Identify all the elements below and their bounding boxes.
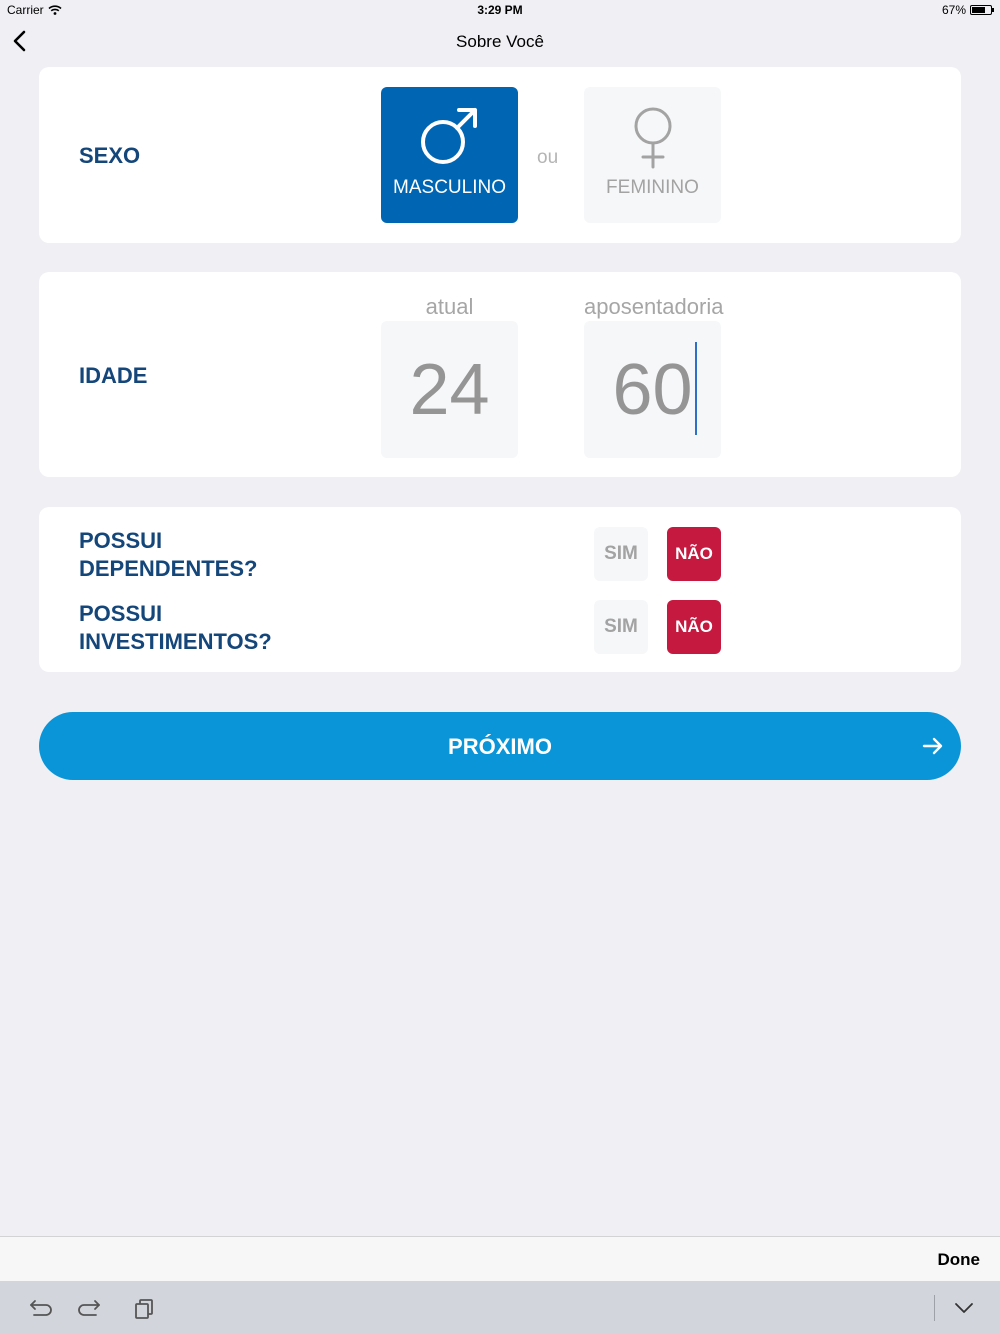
idade-label: IDADE <box>79 363 148 388</box>
dependentes-line2: DEPENDENTES? <box>79 556 258 581</box>
sexo-label: SEXO <box>79 143 141 168</box>
investimentos-question: POSSUI INVESTIMENTOS? <box>79 600 272 656</box>
undo-icon[interactable] <box>26 1295 52 1321</box>
investimentos-line2: INVESTIMENTOS? <box>79 629 272 654</box>
age-retirement-field[interactable]: 60 <box>584 321 721 458</box>
keyboard-accessory-bar: Done <box>0 1236 1000 1281</box>
arrow-right-icon <box>922 737 943 755</box>
feminino-label: FEMININO <box>606 177 699 198</box>
feminino-button[interactable]: FEMININO <box>584 87 721 223</box>
dependentes-nao-button[interactable]: NÃO <box>667 527 721 581</box>
status-time: 3:29 PM <box>477 3 523 17</box>
battery-icon <box>970 5 994 15</box>
page-title: Sobre Você <box>456 32 544 51</box>
investimentos-nao-button[interactable]: NÃO <box>667 600 721 654</box>
status-bar: Carrier 3:29 PM 67% <box>0 0 1000 22</box>
age-retirement-caption: aposentadoria <box>584 294 724 319</box>
keyboard-bar-divider <box>934 1295 935 1321</box>
next-button[interactable]: PRÓXIMO <box>39 712 961 780</box>
or-separator: ou <box>537 147 559 168</box>
masculino-label: MASCULINO <box>393 177 506 198</box>
dependentes-sim-button[interactable]: SIM <box>594 527 648 581</box>
masculino-button[interactable]: MASCULINO <box>381 87 518 223</box>
investimentos-line1: POSSUI <box>79 601 163 626</box>
paste-icon[interactable] <box>131 1295 157 1321</box>
investimentos-sim-button[interactable]: SIM <box>594 600 648 654</box>
questions-card: POSSUI DEPENDENTES? SIM NÃO POSSUI INVES… <box>39 507 961 672</box>
sexo-card: SEXO MASCULINO ou FEMININO <box>39 67 961 243</box>
dependentes-line1: POSSUI <box>79 528 163 553</box>
done-button[interactable]: Done <box>938 1250 981 1270</box>
keyboard-dismiss-icon[interactable] <box>951 1295 977 1321</box>
battery-percent: 67% <box>941 3 966 17</box>
redo-icon[interactable] <box>78 1295 104 1321</box>
keyboard-shortcut-bar <box>0 1281 1000 1334</box>
age-current-value: 24 <box>409 350 490 430</box>
age-current-field[interactable]: 24 <box>381 321 518 458</box>
idade-card: IDADE atual 24 aposentadoria 60 <box>39 272 961 477</box>
text-cursor <box>695 342 697 435</box>
male-symbol-icon <box>420 108 477 164</box>
age-current-caption: atual <box>425 294 474 319</box>
dependentes-question: POSSUI DEPENDENTES? <box>79 527 257 583</box>
navigation-bar: Sobre Você <box>0 22 1000 62</box>
battery-info: 67% <box>941 3 994 17</box>
age-retirement-value: 60 <box>612 350 693 430</box>
female-symbol-icon <box>634 107 671 169</box>
next-button-label: PRÓXIMO <box>448 734 552 759</box>
